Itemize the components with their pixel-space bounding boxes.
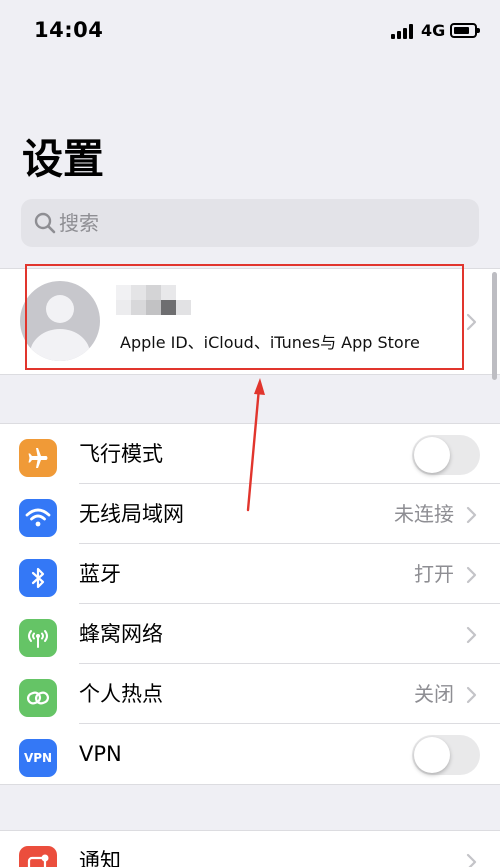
settings-row-airplane-mode[interactable]: 飞行模式	[0, 424, 500, 484]
battery-icon	[450, 23, 480, 38]
settings-row-bluetooth[interactable]: 蓝牙 打开	[0, 544, 500, 604]
settings-row-notifications[interactable]: 通知	[0, 831, 500, 867]
status-bar: 14:04 4G	[0, 0, 500, 62]
chevron-right-icon	[466, 853, 477, 867]
settings-screen: 14:04 4G 设置 搜索 Apple ID、iCloud、iTunes与 A…	[0, 0, 500, 867]
network-type: 4G	[421, 21, 446, 40]
settings-row-wifi[interactable]: 无线局域网 未连接	[0, 484, 500, 544]
search-icon	[34, 212, 56, 234]
search-bar[interactable]	[21, 199, 479, 247]
highlight-box	[25, 264, 464, 370]
battery-level	[454, 27, 469, 34]
settings-row-vpn[interactable]: VPN VPN	[0, 724, 500, 784]
chevron-right-icon	[466, 313, 477, 331]
scroll-indicator	[492, 272, 497, 380]
search-input[interactable]	[59, 199, 459, 247]
row-label: VPN	[79, 742, 122, 766]
chevron-right-icon	[466, 566, 477, 584]
row-value: 打开	[414, 562, 454, 586]
row-label: 蓝牙	[79, 562, 121, 586]
bluetooth-icon	[19, 559, 57, 597]
row-label: 飞行模式	[79, 442, 163, 466]
airplane-mode-toggle[interactable]	[412, 435, 480, 475]
settings-row-personal-hotspot[interactable]: 个人热点 关闭	[0, 664, 500, 724]
vpn-icon: VPN	[19, 739, 57, 777]
page-title: 设置	[22, 135, 104, 183]
row-value: 关闭	[414, 682, 454, 706]
airplane-icon	[19, 439, 57, 477]
settings-row-cellular[interactable]: 蜂窝网络	[0, 604, 500, 664]
notifications-group: 通知	[0, 830, 500, 867]
chevron-right-icon	[466, 626, 477, 644]
cellular-icon	[19, 619, 57, 657]
notifications-icon	[19, 846, 57, 867]
row-label: 蜂窝网络	[79, 622, 163, 646]
vpn-toggle[interactable]	[412, 735, 480, 775]
row-value: 未连接	[394, 502, 454, 526]
row-label: 无线局域网	[79, 502, 184, 526]
chevron-right-icon	[466, 506, 477, 524]
status-time: 14:04	[34, 18, 104, 42]
row-label: 通知	[79, 849, 121, 867]
signal-icon	[391, 24, 417, 39]
connectivity-group: 飞行模式 无线局域网 未连接 蓝牙 打开 蜂窝网络 个人热点 关闭 VPN VP…	[0, 423, 500, 785]
row-label: 个人热点	[79, 682, 163, 706]
wifi-icon	[19, 499, 57, 537]
hotspot-icon	[19, 679, 57, 717]
chevron-right-icon	[466, 686, 477, 704]
